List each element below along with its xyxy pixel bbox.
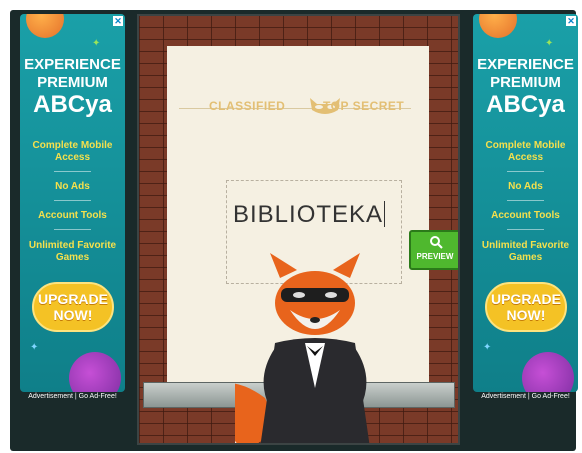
text-caret [384, 201, 386, 227]
upgrade-now-button[interactable]: UPGRADE NOW! [32, 282, 114, 332]
stamp-top-secret: TOP SECRET [323, 99, 405, 113]
preview-button[interactable]: PREVIEW [409, 230, 458, 270]
ad-headline: EXPERIENCE PREMIUM ABCya [477, 56, 574, 118]
ad-feature: Complete Mobile Access [485, 140, 566, 163]
ad-feature: No Ads [55, 181, 90, 192]
stamp-classified: CLASSIFIED [209, 99, 286, 113]
word-entry[interactable]: BIBLIOTEKA [233, 201, 386, 229]
divider [54, 200, 91, 201]
fox-character [235, 253, 370, 443]
star-icon: ✦ [545, 38, 554, 49]
ad-footer-link[interactable]: Advertisement | Go Ad-Free! [20, 393, 125, 400]
planet-icon [69, 352, 121, 392]
divider [507, 200, 544, 201]
close-icon[interactable]: ✕ [566, 16, 576, 26]
ad-feature: Unlimited Favorite Games [481, 240, 570, 263]
ad-footer-link[interactable]: Advertisement | Go Ad-Free! [473, 393, 578, 400]
ad-headline: EXPERIENCE PREMIUM ABCya [24, 56, 121, 118]
planet-icon [26, 14, 64, 38]
divider [54, 171, 91, 172]
game-canvas[interactable]: CLASSIFIED TOP SECRET BIBLIOTEKA PREVIEW [137, 14, 460, 445]
ad-feature: Account Tools [491, 210, 560, 221]
upgrade-now-button[interactable]: UPGRADE NOW! [485, 282, 567, 332]
ad-feature: Account Tools [38, 210, 107, 221]
divider [507, 171, 544, 172]
close-icon[interactable]: ✕ [113, 16, 123, 26]
ad-right[interactable]: ✦ ✦ ✕ EXPERIENCE PREMIUM ABCya Complete … [473, 14, 578, 392]
ad-left[interactable]: ✦ ✦ ✕ EXPERIENCE PREMIUM ABCya Complete … [20, 14, 125, 392]
star-icon: ✦ [92, 38, 101, 49]
planet-icon [522, 352, 574, 392]
magnifier-icon [430, 236, 443, 249]
divider [54, 229, 91, 230]
divider [507, 229, 544, 230]
ad-feature: No Ads [508, 181, 543, 192]
ad-feature: Complete Mobile Access [32, 140, 113, 163]
ad-feature: Unlimited Favorite Games [28, 240, 117, 263]
planet-icon [479, 14, 517, 38]
star-icon: ✦ [30, 342, 39, 353]
star-icon: ✦ [483, 342, 492, 353]
